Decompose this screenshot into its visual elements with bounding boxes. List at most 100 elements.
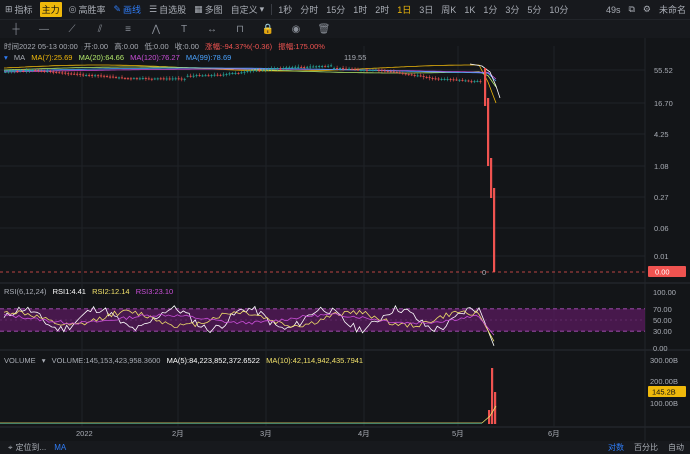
candle-body [198,75,201,77]
log-scale-button[interactable]: 对数 [608,442,624,453]
timeframe-3[interactable]: 1时 [353,3,367,16]
high-winrate-button[interactable]: ◎ 高胜率 [68,2,107,17]
candle-body [4,71,7,73]
candle-body [261,69,264,71]
timeframe-11[interactable]: 5分 [527,3,541,16]
measure-icon[interactable]: ↔ [202,22,222,36]
candle-body [338,68,342,69]
text-icon[interactable]: T [174,22,194,36]
crosshair-icon[interactable]: ┼ [6,22,26,36]
timeframe-12[interactable]: 10分 [549,3,568,16]
timeframe-1[interactable]: 分时 [300,3,318,16]
lock-icon[interactable]: 🔒 [258,22,278,36]
custom-dropdown[interactable]: 自定义 ▾ [230,2,266,17]
candle-body [201,75,204,77]
price-tick-label: 0.01 [654,252,669,261]
timeframe-10[interactable]: 3分 [505,3,519,16]
candle-body [446,79,449,80]
candle-body [279,68,282,70]
timeframe-2[interactable]: 15分 [326,3,345,16]
trend-line-icon[interactable]: ⟋ [62,22,82,36]
candle-body [108,76,112,78]
candle-body [219,74,222,76]
main-force-button[interactable]: 主力 [39,2,62,17]
candle-body [449,79,452,81]
timeframe-4[interactable]: 2时 [375,3,389,16]
ma-toggle[interactable]: MA [54,443,66,452]
candle-body [162,78,165,80]
candle-body [431,78,434,79]
candle-body [144,78,147,79]
candle-body [416,75,419,77]
price-tick-label: 16.70 [654,99,673,108]
timeframe-0[interactable]: 1秒 [278,3,292,16]
eye-icon[interactable]: ◉ [286,22,306,36]
trash-icon[interactable]: 🗑 [314,22,334,36]
fibonacci-icon[interactable]: ≡ [118,22,138,36]
chevron-down-icon[interactable]: ▾ [42,356,46,365]
price-chart[interactable]: 55.52 16.70 4.25 1.08 0.27 0.06 0.01 0.00 0 119.5… [0,38,690,441]
rsi-tick-label: 0.00 [653,344,668,353]
candle-body [213,74,216,76]
timeframe-5[interactable]: 1日 [397,3,411,16]
candle-body [365,69,368,71]
chevron-down-icon[interactable]: ▾ [4,53,8,62]
candle-body [138,78,141,80]
candle-body [189,75,192,77]
candle-body [129,78,132,80]
candle-body [240,72,243,74]
price-tick-label: 1.08 [654,162,669,171]
timeframe-6[interactable]: 3日 [419,3,433,16]
candle-body [73,73,76,75]
auto-scale-button[interactable]: 自动 [668,442,684,453]
timeframe-9[interactable]: 1分 [483,3,497,16]
locate-button[interactable]: ⌖ 定位到... [8,442,46,453]
timeframe-8[interactable]: 1K [464,5,475,15]
draw-line-button[interactable]: ✎ 画线 [112,2,142,17]
watchlist-button[interactable]: ☰ 自选股 [148,2,187,17]
rsi-legend: RSI(6,12,24) RSI1:4.41 RSI2:12.14 RSI3:2… [4,287,174,296]
candle-body [222,74,225,76]
candle-body [52,71,55,73]
candle-body [186,75,189,77]
screenshot-icon[interactable]: ⧉ [628,4,634,15]
candle-body [428,77,431,79]
timeframe-7[interactable]: 周K [441,3,456,16]
candle-body [153,78,156,80]
candle-body [147,78,150,80]
candle-body [10,71,13,73]
multi-chart-button[interactable]: ▦ 多图 [193,2,224,17]
candle-body [228,73,231,75]
indicator-button[interactable]: ⊞ 指标 [4,2,34,17]
candle-body [49,71,52,73]
time-tick-label: 2月 [172,429,184,438]
rsi-tick-label: 50.00 [653,316,672,325]
candle-body [70,73,73,75]
candle-body [419,75,422,77]
candle-body [306,66,309,68]
candle-body [476,81,479,83]
candle-body [76,73,79,75]
horizontal-line-icon[interactable]: — [34,22,54,36]
candle-body [353,69,357,70]
candle-body [111,76,115,78]
candle-body [380,70,383,72]
percent-scale-button[interactable]: 百分比 [634,442,658,453]
candle-body [132,78,135,80]
divider [271,4,273,15]
channel-icon[interactable]: ⫽ [90,22,110,36]
candle-body [273,68,276,70]
user-label[interactable]: 未命名 [659,3,686,16]
candle-body [410,74,413,76]
candle-body [309,66,312,68]
candle-body [344,68,348,70]
candle-body [398,72,401,74]
candle-body [55,72,58,73]
bottom-bar: ⌖ 定位到... MA 对数 百分比 自动 [0,441,690,454]
candle-body [90,74,94,76]
magnet-icon[interactable]: ⊓ [230,22,250,36]
settings-icon[interactable]: ⚙ [643,4,651,15]
pattern-icon[interactable]: ⋀ [146,22,166,36]
candle-body [258,70,261,72]
chart-background [0,38,690,441]
